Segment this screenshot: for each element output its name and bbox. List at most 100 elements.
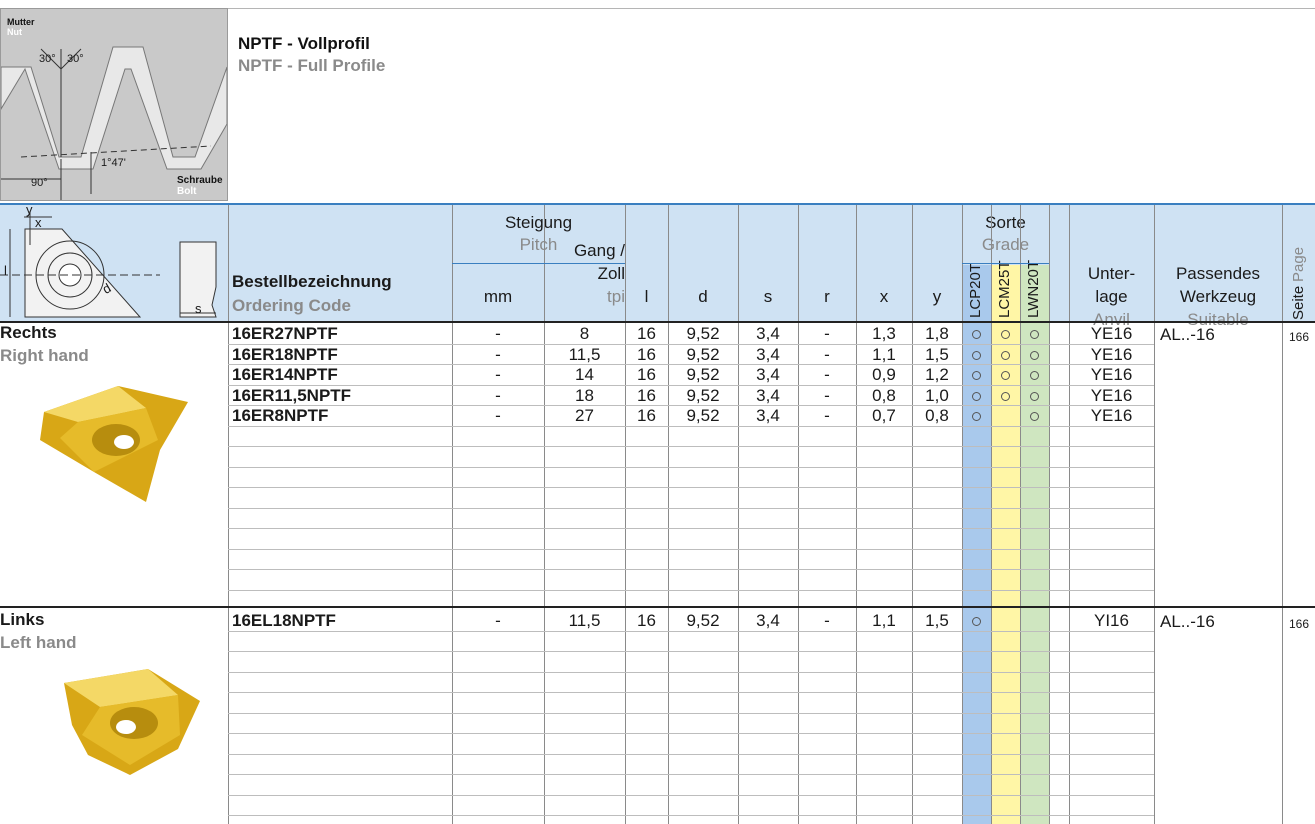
header-d: d	[698, 287, 708, 306]
column-divider	[1020, 205, 1021, 824]
left-hand-label: Links	[0, 610, 45, 629]
right-hand-label: Rechts	[0, 323, 57, 342]
thread-profile-diagram: Mutter Nut 30° 30° 90° 1°47' Schraube Bo…	[0, 8, 228, 201]
dim-y-label: y	[26, 202, 33, 217]
column-divider	[1069, 205, 1070, 824]
column-divider	[668, 205, 669, 824]
row-line	[228, 774, 1154, 775]
cell-r: -	[824, 406, 830, 425]
row-line	[228, 651, 1154, 652]
row-line	[228, 795, 1154, 796]
header-y: y	[932, 287, 942, 306]
grade-availability-circle-icon	[972, 617, 981, 626]
cell-l: 16	[637, 406, 656, 425]
cell-anvil: YE16	[1090, 406, 1133, 425]
column-divider	[228, 205, 229, 824]
cell-s: 3,4	[756, 365, 780, 384]
mutter-label: Mutter	[7, 17, 35, 27]
insert-dimension-diagram: x y l d s	[0, 202, 228, 321]
cell-anvil: YE16	[1090, 385, 1133, 405]
row-line	[228, 672, 1154, 673]
ordering-code-cell: 16ER14NPTF	[232, 365, 338, 384]
column-divider	[962, 205, 963, 824]
ordering-code-cell: 16ER18NPTF	[232, 344, 338, 364]
left-hand-holder: AL..-16	[1160, 612, 1215, 631]
left-hand-label-en: Left hand	[0, 633, 77, 652]
column-divider	[856, 205, 857, 824]
row-line	[228, 467, 1154, 468]
page-subtitle: NPTF - Full Profile	[238, 56, 386, 75]
grade-availability-circle-icon	[1030, 412, 1039, 421]
grade-label-lwn20t: LWN20T	[1025, 259, 1042, 318]
grade-availability-circle-icon	[1030, 391, 1039, 401]
cell-y: 1,0	[925, 385, 949, 405]
left-hand-page: 166	[1289, 617, 1310, 631]
row-line	[228, 692, 1154, 693]
pitch-subheader-line	[452, 263, 625, 264]
header-mm: mm	[483, 287, 513, 306]
cell-s: 3,4	[756, 406, 780, 425]
cell-tpi: 18	[575, 385, 594, 405]
grade-subheader-line	[962, 263, 1049, 264]
header-l: l	[644, 287, 649, 306]
dim-l-label: l	[4, 263, 7, 278]
dim-x-label: x	[35, 215, 42, 230]
cell-y: 1,8	[925, 324, 949, 343]
cell-l: 16	[637, 611, 656, 630]
schraube-label: Schraube	[177, 175, 223, 186]
grade-availability-circle-icon	[1001, 330, 1010, 339]
cell-d: 9,52	[686, 406, 720, 425]
grade-column-lwn20t	[1020, 265, 1049, 824]
grade-availability-circle-icon	[1030, 330, 1039, 339]
right-hand-insert-image	[40, 386, 188, 502]
header-grade: Grade	[981, 235, 1030, 254]
header-seite: Seite	[1290, 285, 1307, 320]
row-line	[228, 549, 1154, 550]
header-s: s	[763, 287, 773, 306]
header-ordering-en: Ordering Code	[232, 296, 352, 315]
cell-mm: -	[495, 344, 501, 364]
angle-left-label: 30°	[39, 53, 56, 65]
angle-90-label: 90°	[31, 177, 48, 189]
section-divider	[0, 606, 1315, 608]
dim-s-label: s	[195, 301, 202, 316]
grade-availability-circle-icon	[1001, 350, 1010, 360]
column-divider	[912, 205, 913, 824]
cell-s: 3,4	[756, 385, 780, 405]
header-gang: Gang /	[573, 241, 625, 260]
cell-r: -	[824, 324, 830, 343]
nut-label: Nut	[7, 27, 22, 37]
grade-availability-circle-icon	[1030, 371, 1039, 380]
cell-anvil: YE16	[1090, 344, 1133, 364]
cell-d: 9,52	[686, 344, 720, 364]
ordering-code-cell: 16ER11,5NPTF	[232, 385, 352, 405]
grade-label-lcm25t: LCM25T	[996, 260, 1013, 318]
cell-anvil: YE16	[1090, 324, 1133, 343]
header-x: x	[879, 287, 889, 306]
cell-mm: -	[495, 324, 501, 343]
cell-tpi: 27	[575, 406, 594, 425]
cell-anvil: YI16	[1094, 611, 1129, 630]
row-line	[228, 631, 1154, 632]
right-hand-page: 166	[1289, 330, 1310, 344]
row-line	[228, 733, 1154, 734]
cell-l: 16	[637, 385, 656, 405]
cell-tpi: 8	[579, 324, 590, 343]
cell-y: 1,5	[925, 344, 949, 364]
header-passendes: Passendes	[1175, 264, 1261, 283]
cell-l: 16	[637, 324, 656, 343]
header-ordering-de: Bestellbezeichnung	[232, 272, 392, 291]
column-divider	[1282, 205, 1283, 824]
row-line	[228, 487, 1154, 488]
header-tpi: tpi	[607, 287, 625, 306]
angle-147-label: 1°47'	[101, 157, 126, 169]
cell-r: -	[824, 611, 830, 630]
cell-mm: -	[495, 406, 501, 425]
ordering-code-cell: 16EL18NPTF	[232, 611, 336, 630]
header-steigung: Steigung	[504, 213, 573, 232]
row-line	[228, 528, 1154, 529]
ordering-code-cell: 16ER8NPTF	[232, 406, 329, 425]
grade-availability-circle-icon	[1001, 371, 1010, 380]
cell-x: 0,8	[872, 385, 896, 405]
right-hand-label-en: Right hand	[0, 346, 89, 365]
